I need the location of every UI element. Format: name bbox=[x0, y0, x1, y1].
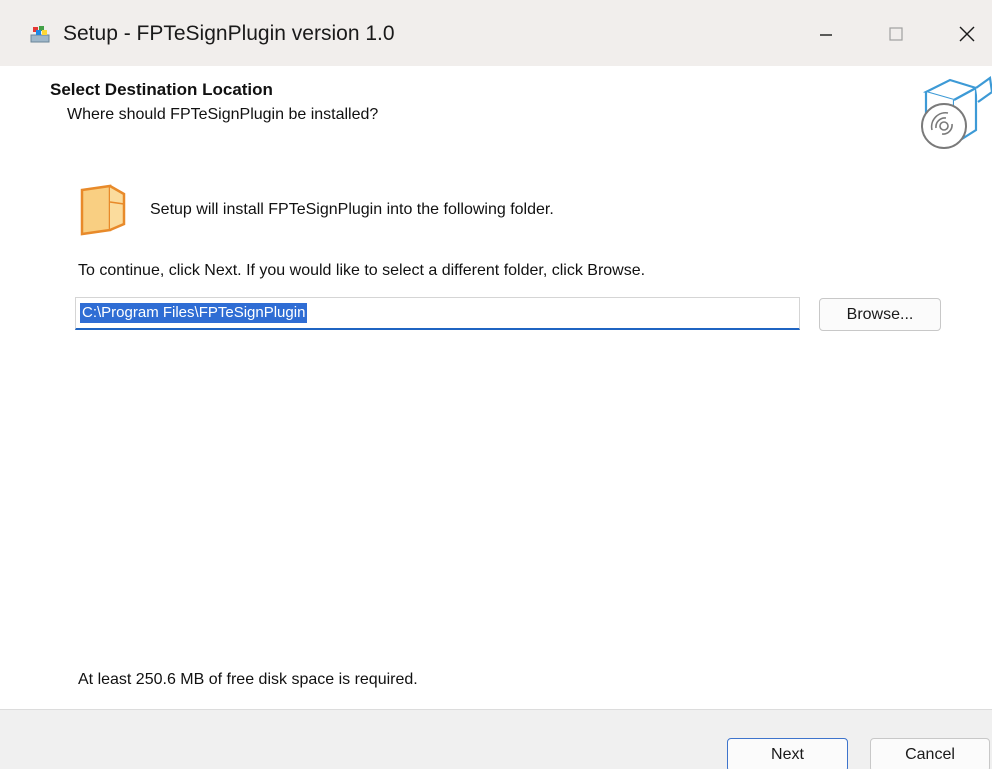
install-info-text: Setup will install FPTeSignPlugin into t… bbox=[150, 201, 554, 218]
folder-icon bbox=[80, 184, 126, 236]
minimize-button[interactable] bbox=[798, 10, 854, 58]
page-title: Select Destination Location bbox=[50, 80, 273, 99]
maximize-button[interactable] bbox=[868, 10, 924, 58]
box-disc-icon bbox=[921, 76, 992, 149]
minimize-icon bbox=[820, 34, 832, 36]
destination-path-input[interactable]: C:\Program Files\FPTeSignPlugin bbox=[75, 297, 800, 330]
close-icon bbox=[959, 26, 975, 42]
setup-window: Setup - FPTeSignPlugin version 1.0 Selec… bbox=[0, 0, 992, 769]
title-bar[interactable]: Setup - FPTeSignPlugin version 1.0 bbox=[0, 0, 992, 66]
cancel-button[interactable]: Cancel bbox=[870, 738, 990, 769]
destination-path-value[interactable]: C:\Program Files\FPTeSignPlugin bbox=[80, 303, 308, 323]
browse-button[interactable]: Browse... bbox=[819, 298, 941, 331]
setup-installer-icon bbox=[30, 26, 50, 43]
page-subtitle: Where should FPTeSignPlugin be installed… bbox=[67, 106, 379, 123]
disk-space-requirement: At least 250.6 MB of free disk space is … bbox=[78, 671, 418, 688]
continue-instructions: To continue, click Next. If you would li… bbox=[78, 262, 646, 279]
next-button[interactable]: Next bbox=[727, 738, 848, 769]
maximize-icon bbox=[889, 27, 903, 41]
window-title: Setup - FPTeSignPlugin version 1.0 bbox=[63, 22, 395, 45]
close-button[interactable] bbox=[938, 10, 992, 58]
